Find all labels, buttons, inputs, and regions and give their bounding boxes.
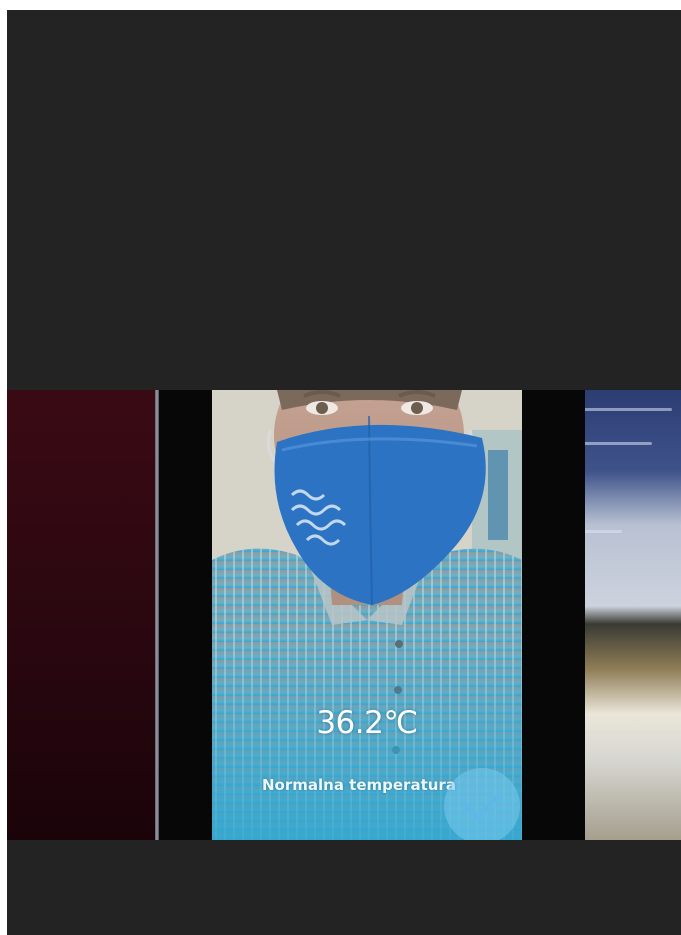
temperature-readout: 36.2℃	[316, 705, 418, 741]
background-sign-line	[582, 530, 622, 533]
background-sign-line	[582, 408, 672, 411]
status-badge	[444, 768, 520, 840]
device-edge	[155, 390, 159, 840]
device-screen: 36.2℃ Normalna temperatura	[212, 390, 522, 840]
image-viewer: 36.2℃ Normalna temperatura	[7, 10, 681, 935]
background-right-scene	[572, 390, 681, 840]
checkmark-icon	[463, 793, 501, 821]
photo: 36.2℃ Normalna temperatura	[7, 390, 681, 840]
viewer-bottom-bar	[7, 840, 681, 935]
background-sign-line	[582, 442, 652, 445]
background-red-wall	[7, 390, 157, 840]
